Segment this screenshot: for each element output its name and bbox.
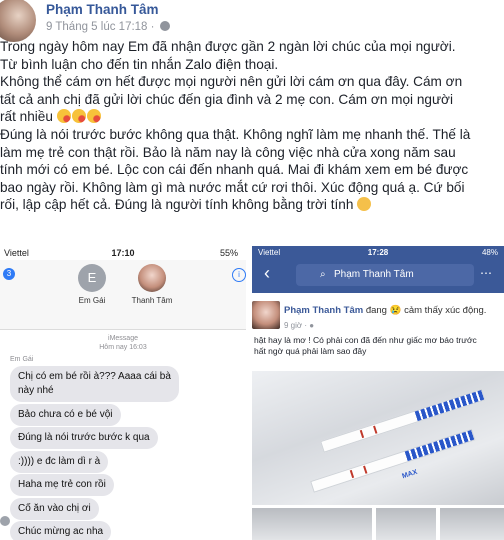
contact-name: Thanh Tâm [131, 296, 173, 305]
globe-icon [159, 21, 170, 31]
post-line-text: rất nhiều [0, 109, 53, 125]
strip-handle [404, 430, 475, 462]
kissing-heart-emoji-icon [86, 109, 101, 124]
globe-icon: ● [309, 321, 315, 330]
kissing-heart-emoji-icon [56, 109, 71, 124]
contact-photo-avatar [138, 264, 166, 292]
fb-post-header: Phạm Thanh Tâm đang 😢 cảm thấy xúc động.… [252, 293, 504, 373]
photo-thumbnail[interactable] [252, 508, 372, 540]
strip-brand-label: MAX [401, 468, 419, 481]
caption-line: hất ngờ quá phải làm sao đây [254, 346, 367, 356]
imessage-label: iMessage [108, 335, 138, 342]
test-line [363, 465, 368, 474]
post-line: làm mẹ trẻ con thật rồi. Bảo là năm nay … [0, 144, 456, 160]
facebook-screenshot[interactable]: Viettel 17:28 48% ‹ ⌕ Phạm Thanh Tâm ⋯ P… [252, 246, 504, 540]
contact-em-gai[interactable]: E Em Gái [62, 264, 122, 305]
contact-thanh-tam[interactable]: Thanh Tâm [122, 264, 182, 305]
back-arrow-icon[interactable]: ‹ [264, 262, 270, 284]
search-icon: ⌕ [320, 269, 326, 280]
message-bubble: Chúc mừng ac nha [10, 521, 112, 540]
message-bubble: Haha mẹ trẻ con rồi [10, 474, 114, 496]
post-line-with-emoji: rối, lập cập hết cả. Đúng là người tính … [0, 196, 500, 214]
post-line: tất cả anh chị đã gửi lời chúc đến gia đ… [0, 91, 453, 107]
post-line: Không thể cám ơn hết được mọi người nên … [0, 74, 463, 90]
clock: 17:28 [367, 248, 389, 257]
author-avatar[interactable] [252, 301, 280, 329]
caption-line: hật hay là mơ ! Có phải con đã đến như g… [254, 335, 477, 345]
post-line: Đúng là nói trước bước không qua thật. K… [0, 126, 471, 142]
test-line [373, 425, 378, 434]
message-bubble: Bảo chưa có e bé vội [10, 404, 121, 426]
post-line: Trong ngày hôm nay Em đã nhận được gần 2… [0, 39, 456, 54]
message-bubble: :)))) e đc làm dì r à [10, 451, 109, 473]
post-line: tính mới có em bé. Lộc con cái đến nhanh… [0, 162, 469, 178]
test-line [359, 429, 365, 439]
status-bar: Viettel 17:28 48% [252, 248, 504, 260]
photo-thumbnails [252, 508, 504, 540]
message-bubble: Đúng là nói trước bước k qua [10, 427, 158, 449]
message-bubble: Cố ăn vào chị ơi [10, 498, 99, 520]
test-line [349, 469, 355, 479]
message-bubble: Chị có em bé rồi à??? Aaaa cái bà này nh… [10, 366, 179, 402]
imessage-screenshot[interactable]: Viettel 17:10 55% 3 E Em Gái Thanh Tâm i… [0, 246, 246, 540]
message-text: Chị có em bé rồi à??? Aaaa cái bà [18, 371, 171, 382]
post-author-name[interactable]: Phạm Thanh Tâm [46, 2, 159, 17]
battery-label: 55% [219, 248, 238, 258]
post-line: bao ngày rồi. Không làm gì mà nước mắt c… [0, 179, 465, 195]
message-text: này nhé [18, 385, 54, 396]
fb-author-line: Phạm Thanh Tâm đang 😢 cảm thấy xúc động. [284, 305, 486, 316]
more-icon[interactable]: ⋯ [480, 266, 492, 280]
conversation-header: 3 E Em Gái Thanh Tâm i [0, 260, 246, 330]
fb-caption: hật hay là mơ ! Có phải con đã đến như g… [254, 335, 502, 357]
post-header: Phạm Thanh Tâm 9 Tháng 5 lúc 17:18 · [0, 0, 504, 44]
facebook-top-bar: Viettel 17:28 48% ‹ ⌕ Phạm Thanh Tâm ⋯ [252, 246, 504, 293]
post-line-with-emoji: rất nhiều [0, 108, 500, 126]
status-bar: Viettel 17:10 55% [0, 246, 246, 260]
fb-time-text: 9 giờ · [284, 321, 310, 330]
post-line-text: rối, lập cập hết cả. Đúng là người tính … [0, 197, 354, 213]
sender-mini-avatar [0, 516, 10, 526]
contact-name: Em Gái [78, 296, 106, 305]
post-date-text: 9 Tháng 5 lúc 17:18 · [46, 21, 155, 33]
post-timestamp[interactable]: 9 Tháng 5 lúc 17:18 · [46, 21, 170, 33]
battery-label: 48% [481, 248, 498, 257]
kissing-heart-emoji-icon [71, 109, 86, 124]
fb-feeling: đang 😢 cảm thấy xúc động. [363, 305, 487, 316]
search-field[interactable]: ⌕ Phạm Thanh Tâm [296, 264, 474, 286]
unread-badge[interactable]: 3 [3, 268, 15, 280]
post-body: Trong ngày hôm nay Em đã nhận được gần 2… [0, 38, 500, 214]
pregnancy-test-photo[interactable]: MAX [252, 371, 504, 505]
clock: 17:10 [111, 248, 135, 258]
fb-author-name[interactable]: Phạm Thanh Tâm [284, 305, 363, 316]
fb-timestamp: 9 giờ · ● [284, 321, 314, 330]
photo-thumbnail[interactable] [376, 508, 436, 540]
imessage-meta: iMessage Hôm nay 16:03 [0, 334, 246, 352]
info-icon[interactable]: i [232, 268, 246, 282]
post-line: Từ bình luận cho đến tin nhắn Zalo điện … [0, 56, 279, 72]
smirk-emoji-icon [357, 197, 372, 212]
sender-label: Em Gái [10, 356, 34, 363]
photo-thumbnail[interactable] [440, 508, 504, 540]
message-date: Hôm nay 16:03 [99, 344, 147, 351]
contact-initial-avatar: E [78, 264, 106, 292]
search-text: Phạm Thanh Tâm [334, 269, 414, 280]
strip-handle [414, 390, 485, 422]
